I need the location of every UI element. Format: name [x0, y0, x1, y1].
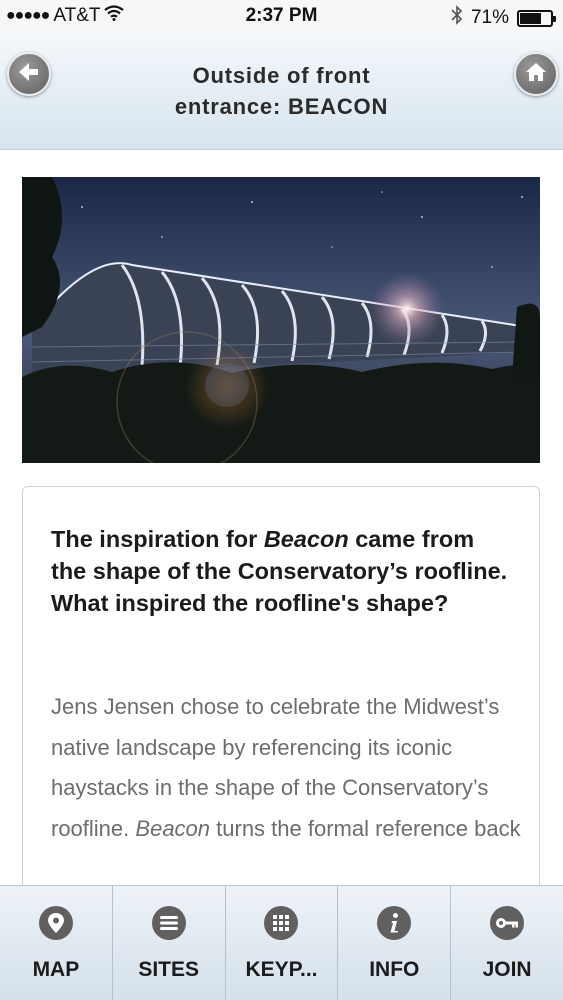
- page-title-line1: Outside of front: [192, 63, 371, 88]
- bluetooth-icon: [451, 5, 463, 31]
- list-icon: [151, 906, 186, 940]
- battery-fill: [520, 12, 542, 24]
- battery-percent: 71%: [470, 7, 509, 28]
- tab-join[interactable]: JOIN: [451, 886, 563, 1000]
- tab-sites[interactable]: SITES: [113, 886, 226, 1000]
- battery-icon: [517, 9, 556, 27]
- page-title: Outside of front entrance: BEACON: [130, 60, 433, 122]
- tab-keypad[interactable]: KEYP...: [226, 886, 339, 1000]
- arrow-left-icon: [17, 61, 41, 88]
- tab-label: SITES: [138, 958, 200, 981]
- tab-map[interactable]: MAP: [0, 886, 113, 1000]
- beacon-photo: [22, 177, 540, 463]
- tab-label: INFO: [369, 958, 420, 981]
- battery-group: 71%: [451, 5, 556, 31]
- tab-bar: MAP SITES KEYP... INFO JOIN: [0, 885, 563, 1000]
- question-italic: Beacon: [263, 526, 349, 552]
- key-icon: [490, 906, 525, 940]
- keypad-icon: [264, 906, 299, 940]
- info-card: The inspiration for Beacon came from the…: [22, 486, 540, 906]
- back-button[interactable]: [7, 52, 51, 96]
- tab-label: MAP: [32, 958, 80, 981]
- question-text-start: The inspiration for: [51, 526, 264, 552]
- answer-tail: turns the formal reference back: [210, 815, 521, 841]
- tab-label: KEYP...: [245, 958, 318, 981]
- home-icon: [525, 62, 547, 87]
- page-title-line2: entrance: BEACON: [174, 94, 389, 119]
- question-heading: The inspiration for Beacon came from the…: [51, 523, 511, 619]
- location-pin-icon: [38, 906, 73, 940]
- answer-text: Jens Jensen chose to celebrate the Midwe…: [51, 687, 521, 849]
- tab-info[interactable]: INFO: [338, 886, 452, 1000]
- status-bar: ●●●●● AT&T 2:37 PM 71%: [0, 0, 563, 34]
- info-icon: [377, 906, 412, 940]
- tab-label: JOIN: [482, 958, 532, 981]
- answer-italic: Beacon: [135, 815, 211, 841]
- home-button[interactable]: [514, 52, 558, 96]
- nav-header: Outside of front entrance: BEACON: [0, 34, 563, 150]
